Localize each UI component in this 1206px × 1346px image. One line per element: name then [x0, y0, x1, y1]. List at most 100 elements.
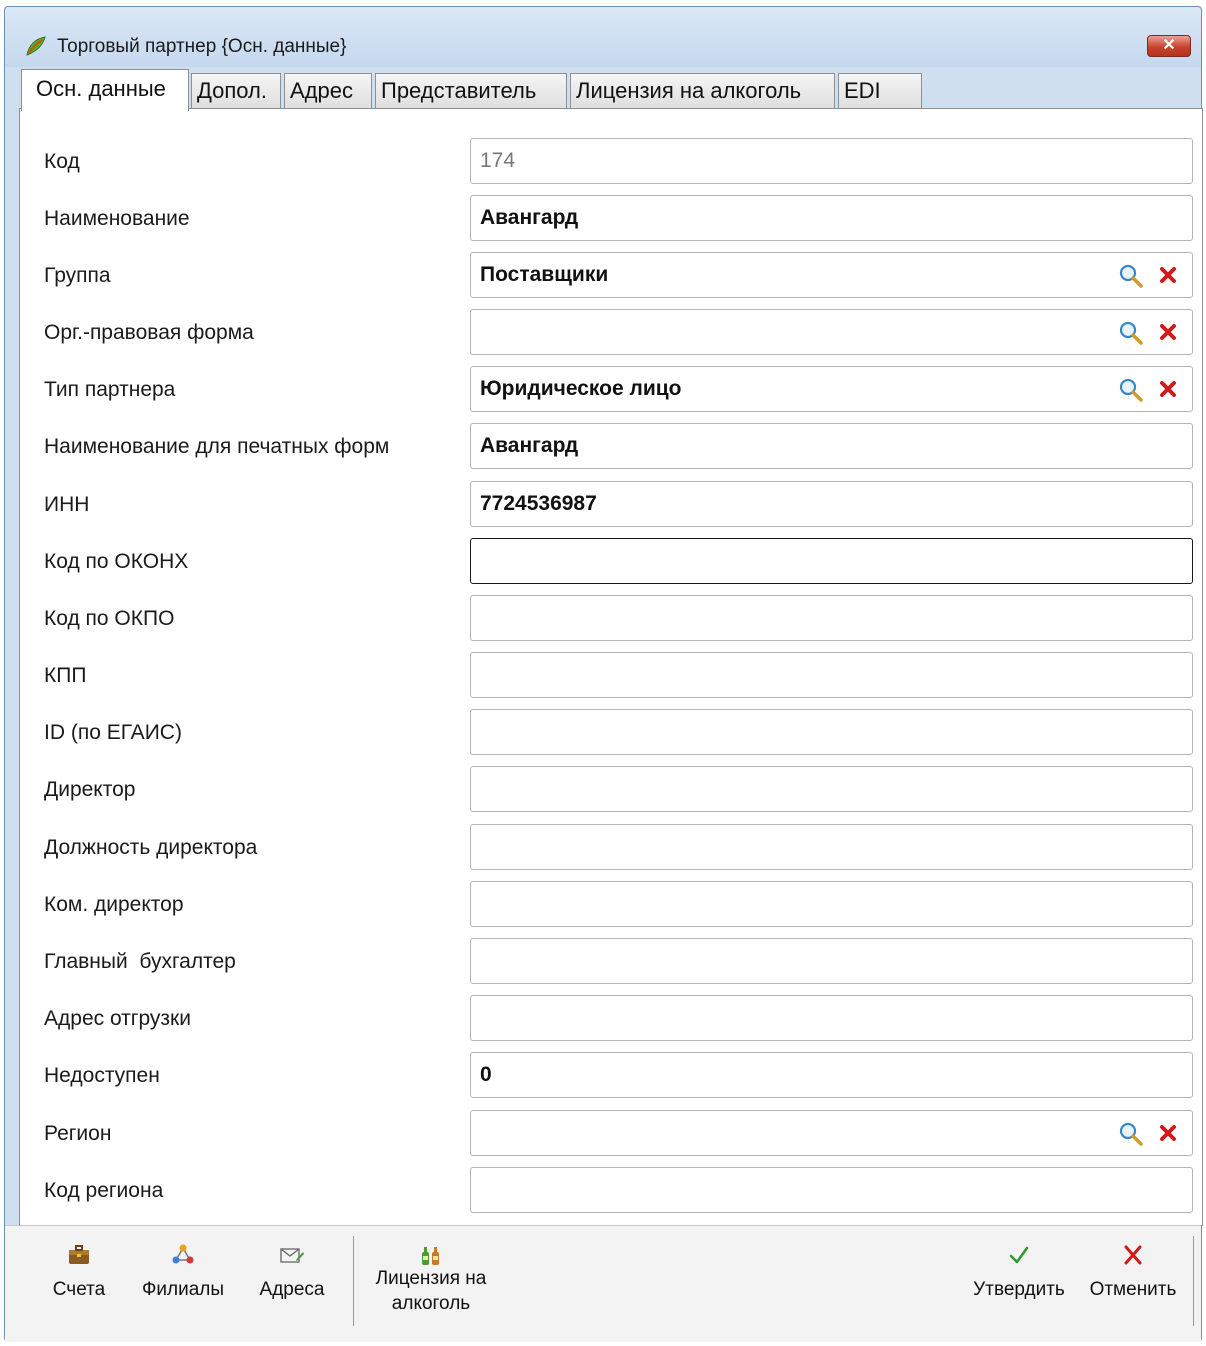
field-label-inn: ИНН [44, 493, 90, 516]
director-field[interactable] [470, 766, 1193, 812]
search-icon[interactable] [1118, 377, 1144, 403]
briefcase-icon [69, 1245, 89, 1264]
unavailable-value: 0 [480, 1063, 492, 1086]
addresses-label: Адреса [259, 1279, 325, 1300]
form-row: Ком. директор [20, 881, 1202, 929]
form-row: Код региона [20, 1167, 1202, 1215]
tab-representative[interactable]: Представитель [375, 73, 567, 109]
director-position-field[interactable] [470, 824, 1193, 870]
clear-icon[interactable] [1158, 379, 1178, 399]
shipping-address-field[interactable] [470, 995, 1193, 1041]
field-label-unavailable: Недоступен [44, 1064, 160, 1087]
search-icon[interactable] [1118, 320, 1144, 346]
partner-type-field[interactable]: Юридическое лицо [470, 366, 1193, 412]
field-label-okonh: Код по ОКОНХ [44, 550, 189, 573]
field-label-director-position: Должность директора [44, 836, 258, 859]
inn-value: 7724536987 [480, 492, 597, 515]
form-row: Главный бухгалтер [20, 938, 1202, 986]
branches-button[interactable]: Филиалы [131, 1226, 235, 1342]
inn-field[interactable]: 7724536987 [470, 481, 1193, 527]
close-button[interactable]: ✕ [1147, 35, 1191, 57]
tab-additional[interactable]: Допол. [191, 73, 281, 109]
form-row: Группа Поставщики [20, 252, 1202, 300]
clear-icon[interactable] [1158, 322, 1178, 342]
field-label-kpp: КПП [44, 664, 87, 687]
tab-main-data[interactable]: Осн. данные [21, 69, 189, 111]
field-label-legal-form: Орг.-правовая форма [44, 321, 254, 344]
form-row: КПП [20, 652, 1202, 700]
form-row: Недоступен 0 [20, 1052, 1202, 1100]
search-icon[interactable] [1118, 1121, 1144, 1147]
addresses-button[interactable]: Адреса [247, 1226, 337, 1342]
field-label-shipping-address: Адрес отгрузки [44, 1007, 191, 1030]
toolbar-separator [353, 1236, 354, 1326]
window-title: Торговый партнер {Осн. данные} [57, 36, 347, 57]
code-field[interactable]: 174 [470, 138, 1193, 184]
group-value: Поставщики [480, 263, 609, 286]
field-label-group: Группа [44, 264, 111, 287]
unavailable-field[interactable]: 0 [470, 1052, 1193, 1098]
bottom-toolbar: Счета Филиалы Адреса Лицензия на алкогол… [5, 1225, 1201, 1342]
cancel-label: Отменить [1089, 1279, 1177, 1300]
field-label-director: Директор [44, 778, 136, 801]
checkmark-icon [1009, 1246, 1029, 1264]
form-row: ID (по ЕГАИС) [20, 709, 1202, 757]
form-row: Наименование для печатных форм Авангард [20, 423, 1202, 471]
tab-address[interactable]: Адрес [284, 73, 372, 109]
form-row: Код 174 [20, 138, 1202, 186]
tab-edi[interactable]: EDI [838, 73, 922, 109]
partner-type-value: Юридическое лицо [480, 377, 682, 400]
tab-alcohol-license[interactable]: Лицензия на алкоголь [570, 73, 835, 109]
form-row: Адрес отгрузки [20, 995, 1202, 1043]
main-data-panel: Код 174 Наименование Авангард Группа Пос… [19, 108, 1203, 1226]
title-bar: Торговый партнер {Осн. данные} ✕ [5, 7, 1201, 67]
accounts-button[interactable]: Счета [41, 1226, 117, 1342]
dialog-window: Торговый партнер {Осн. данные} ✕ Осн. да… [4, 6, 1203, 1342]
alcohol-license-button[interactable]: Лицензия на алкоголь [361, 1226, 501, 1342]
clear-icon[interactable] [1158, 1123, 1178, 1143]
search-icon[interactable] [1118, 263, 1144, 289]
form-row: Орг.-правовая форма [20, 309, 1202, 357]
okpo-field[interactable] [470, 595, 1193, 641]
bottles-icon [422, 1247, 439, 1265]
alcohol-license-label: Лицензия на алкоголь [375, 1268, 487, 1314]
name-value: Авангард [480, 206, 579, 229]
form-row: ИНН 7724536987 [20, 481, 1202, 529]
field-label-code: Код [44, 150, 80, 173]
form-row: Код по ОКПО [20, 595, 1202, 643]
cancel-button[interactable]: Отменить [1079, 1226, 1187, 1342]
legal-form-field[interactable] [470, 309, 1193, 355]
field-label-region-code: Код региона [44, 1179, 164, 1202]
field-label-region: Регион [44, 1122, 112, 1145]
form-row: Регион [20, 1110, 1202, 1158]
form-row: Наименование Авангард [20, 195, 1202, 243]
confirm-label: Утвердить [973, 1279, 1065, 1300]
egais-id-field[interactable] [470, 709, 1193, 755]
group-field[interactable]: Поставщики [470, 252, 1193, 298]
field-label-name: Наименование [44, 207, 190, 230]
confirm-button[interactable]: Утвердить [963, 1226, 1075, 1342]
clear-icon[interactable] [1158, 265, 1178, 285]
print-name-value: Авангард [480, 434, 579, 457]
print-name-field[interactable]: Авангард [470, 423, 1193, 469]
kpp-field[interactable] [470, 652, 1193, 698]
cancel-cross-icon [1124, 1245, 1142, 1265]
form-row: Код по ОКОНХ [20, 538, 1202, 586]
branches-label: Филиалы [141, 1279, 225, 1300]
form-row: Должность директора [20, 824, 1202, 872]
field-label-commercial-director: Ком. директор [44, 893, 184, 916]
code-value: 174 [480, 149, 516, 172]
leaf-icon [26, 36, 46, 56]
field-label-egais-id: ID (по ЕГАИС) [44, 721, 182, 744]
form-row: Директор [20, 766, 1202, 814]
close-icon: ✕ [1162, 37, 1176, 54]
okonh-field[interactable] [470, 538, 1193, 584]
field-label-partner-type: Тип партнера [44, 378, 176, 401]
form-row: Тип партнера Юридическое лицо [20, 366, 1202, 414]
region-code-field[interactable] [470, 1167, 1193, 1213]
chief-accountant-field[interactable] [470, 938, 1193, 984]
region-field[interactable] [470, 1110, 1193, 1156]
accounts-label: Счета [52, 1279, 106, 1300]
name-field[interactable]: Авангард [470, 195, 1193, 241]
commercial-director-field[interactable] [470, 881, 1193, 927]
